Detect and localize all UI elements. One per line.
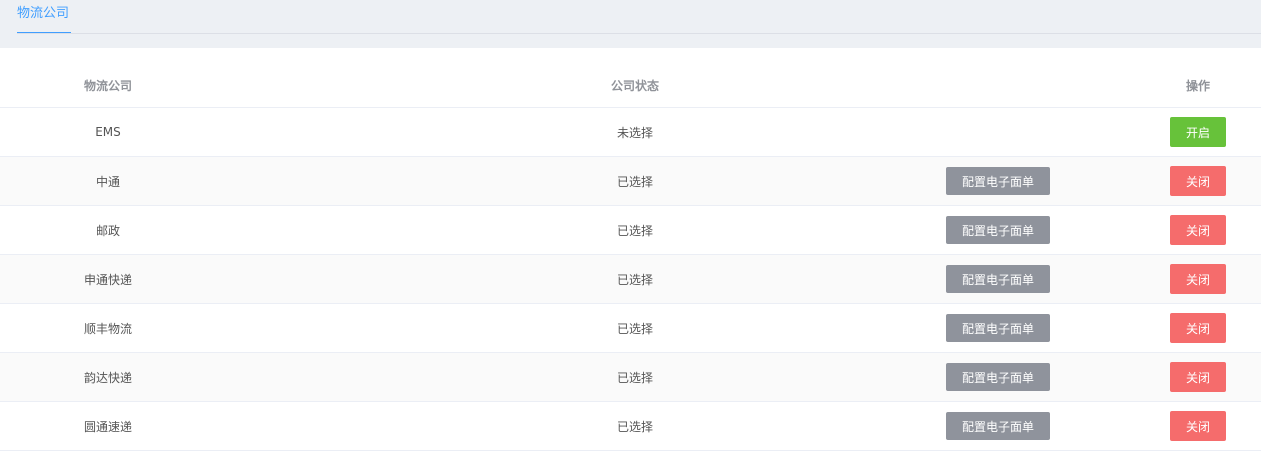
company-status: 未选择 [616,125,653,140]
op-cell: 关闭 [1158,304,1238,352]
tab-logistics-company[interactable]: 物流公司 [17,0,72,34]
company-status: 已选择 [616,223,653,238]
company-name: 中通 [95,174,120,189]
op-cell: 关闭 [1158,353,1238,401]
table-row: 顺丰物流 已选择 配置电子面单 关闭 [0,304,1261,353]
config-waybill-button[interactable]: 配置电子面单 [946,314,1050,342]
op-cell: 关闭 [1158,206,1238,254]
company-status: 已选择 [616,370,653,385]
company-name: EMS [95,125,121,139]
config-cell: 配置电子面单 [935,157,1061,205]
config-cell: 配置电子面单 [935,255,1061,303]
op-cell: 开启 [1158,108,1238,156]
company-name: 韵达快递 [83,370,132,385]
config-waybill-button[interactable]: 配置电子面单 [946,363,1050,391]
config-cell: 配置电子面单 [935,353,1061,401]
disable-button[interactable]: 关闭 [1170,166,1226,196]
company-status: 已选择 [616,321,653,336]
table-row: 申通快递 已选择 配置电子面单 关闭 [0,255,1261,304]
config-cell: 配置电子面单 [935,304,1061,352]
table-row: EMS 未选择 开启 [0,108,1261,157]
company-name: 顺丰物流 [83,321,132,336]
config-cell: 配置电子面单 [935,402,1061,450]
disable-button[interactable]: 关闭 [1170,313,1226,343]
header-operation: 操作 [1185,79,1210,93]
company-name: 邮政 [95,223,120,238]
header-company: 物流公司 [83,79,132,93]
table-row: 邮政 已选择 配置电子面单 关闭 [0,206,1261,255]
header-status: 公司状态 [610,79,659,93]
disable-button[interactable]: 关闭 [1170,264,1226,294]
tab-divider [17,33,1261,34]
config-waybill-button[interactable]: 配置电子面单 [946,412,1050,440]
table-row: 中通 已选择 配置电子面单 关闭 [0,157,1261,206]
logistics-table: 物流公司 公司状态 操作 EMS 未选择 开启 中通 已选择 配置电子面单 关闭… [0,64,1261,451]
config-waybill-button[interactable]: 配置电子面单 [946,167,1050,195]
company-status: 已选择 [616,174,653,189]
table-row: 圆通速递 已选择 配置电子面单 关闭 [0,402,1261,451]
company-name: 申通快递 [83,272,132,287]
company-status: 已选择 [616,272,653,287]
table-header: 物流公司 公司状态 操作 [0,64,1261,108]
config-waybill-button[interactable]: 配置电子面单 [946,265,1050,293]
disable-button[interactable]: 关闭 [1170,411,1226,441]
op-cell: 关闭 [1158,157,1238,205]
config-waybill-button[interactable]: 配置电子面单 [946,216,1050,244]
disable-button[interactable]: 关闭 [1170,215,1226,245]
op-cell: 关闭 [1158,402,1238,450]
config-cell: 配置电子面单 [935,206,1061,254]
op-cell: 关闭 [1158,255,1238,303]
enable-button[interactable]: 开启 [1170,117,1226,147]
tab-bar: 物流公司 [0,0,1261,48]
table-row: 韵达快递 已选择 配置电子面单 关闭 [0,353,1261,402]
disable-button[interactable]: 关闭 [1170,362,1226,392]
company-name: 圆通速递 [83,419,132,434]
company-status: 已选择 [616,419,653,434]
